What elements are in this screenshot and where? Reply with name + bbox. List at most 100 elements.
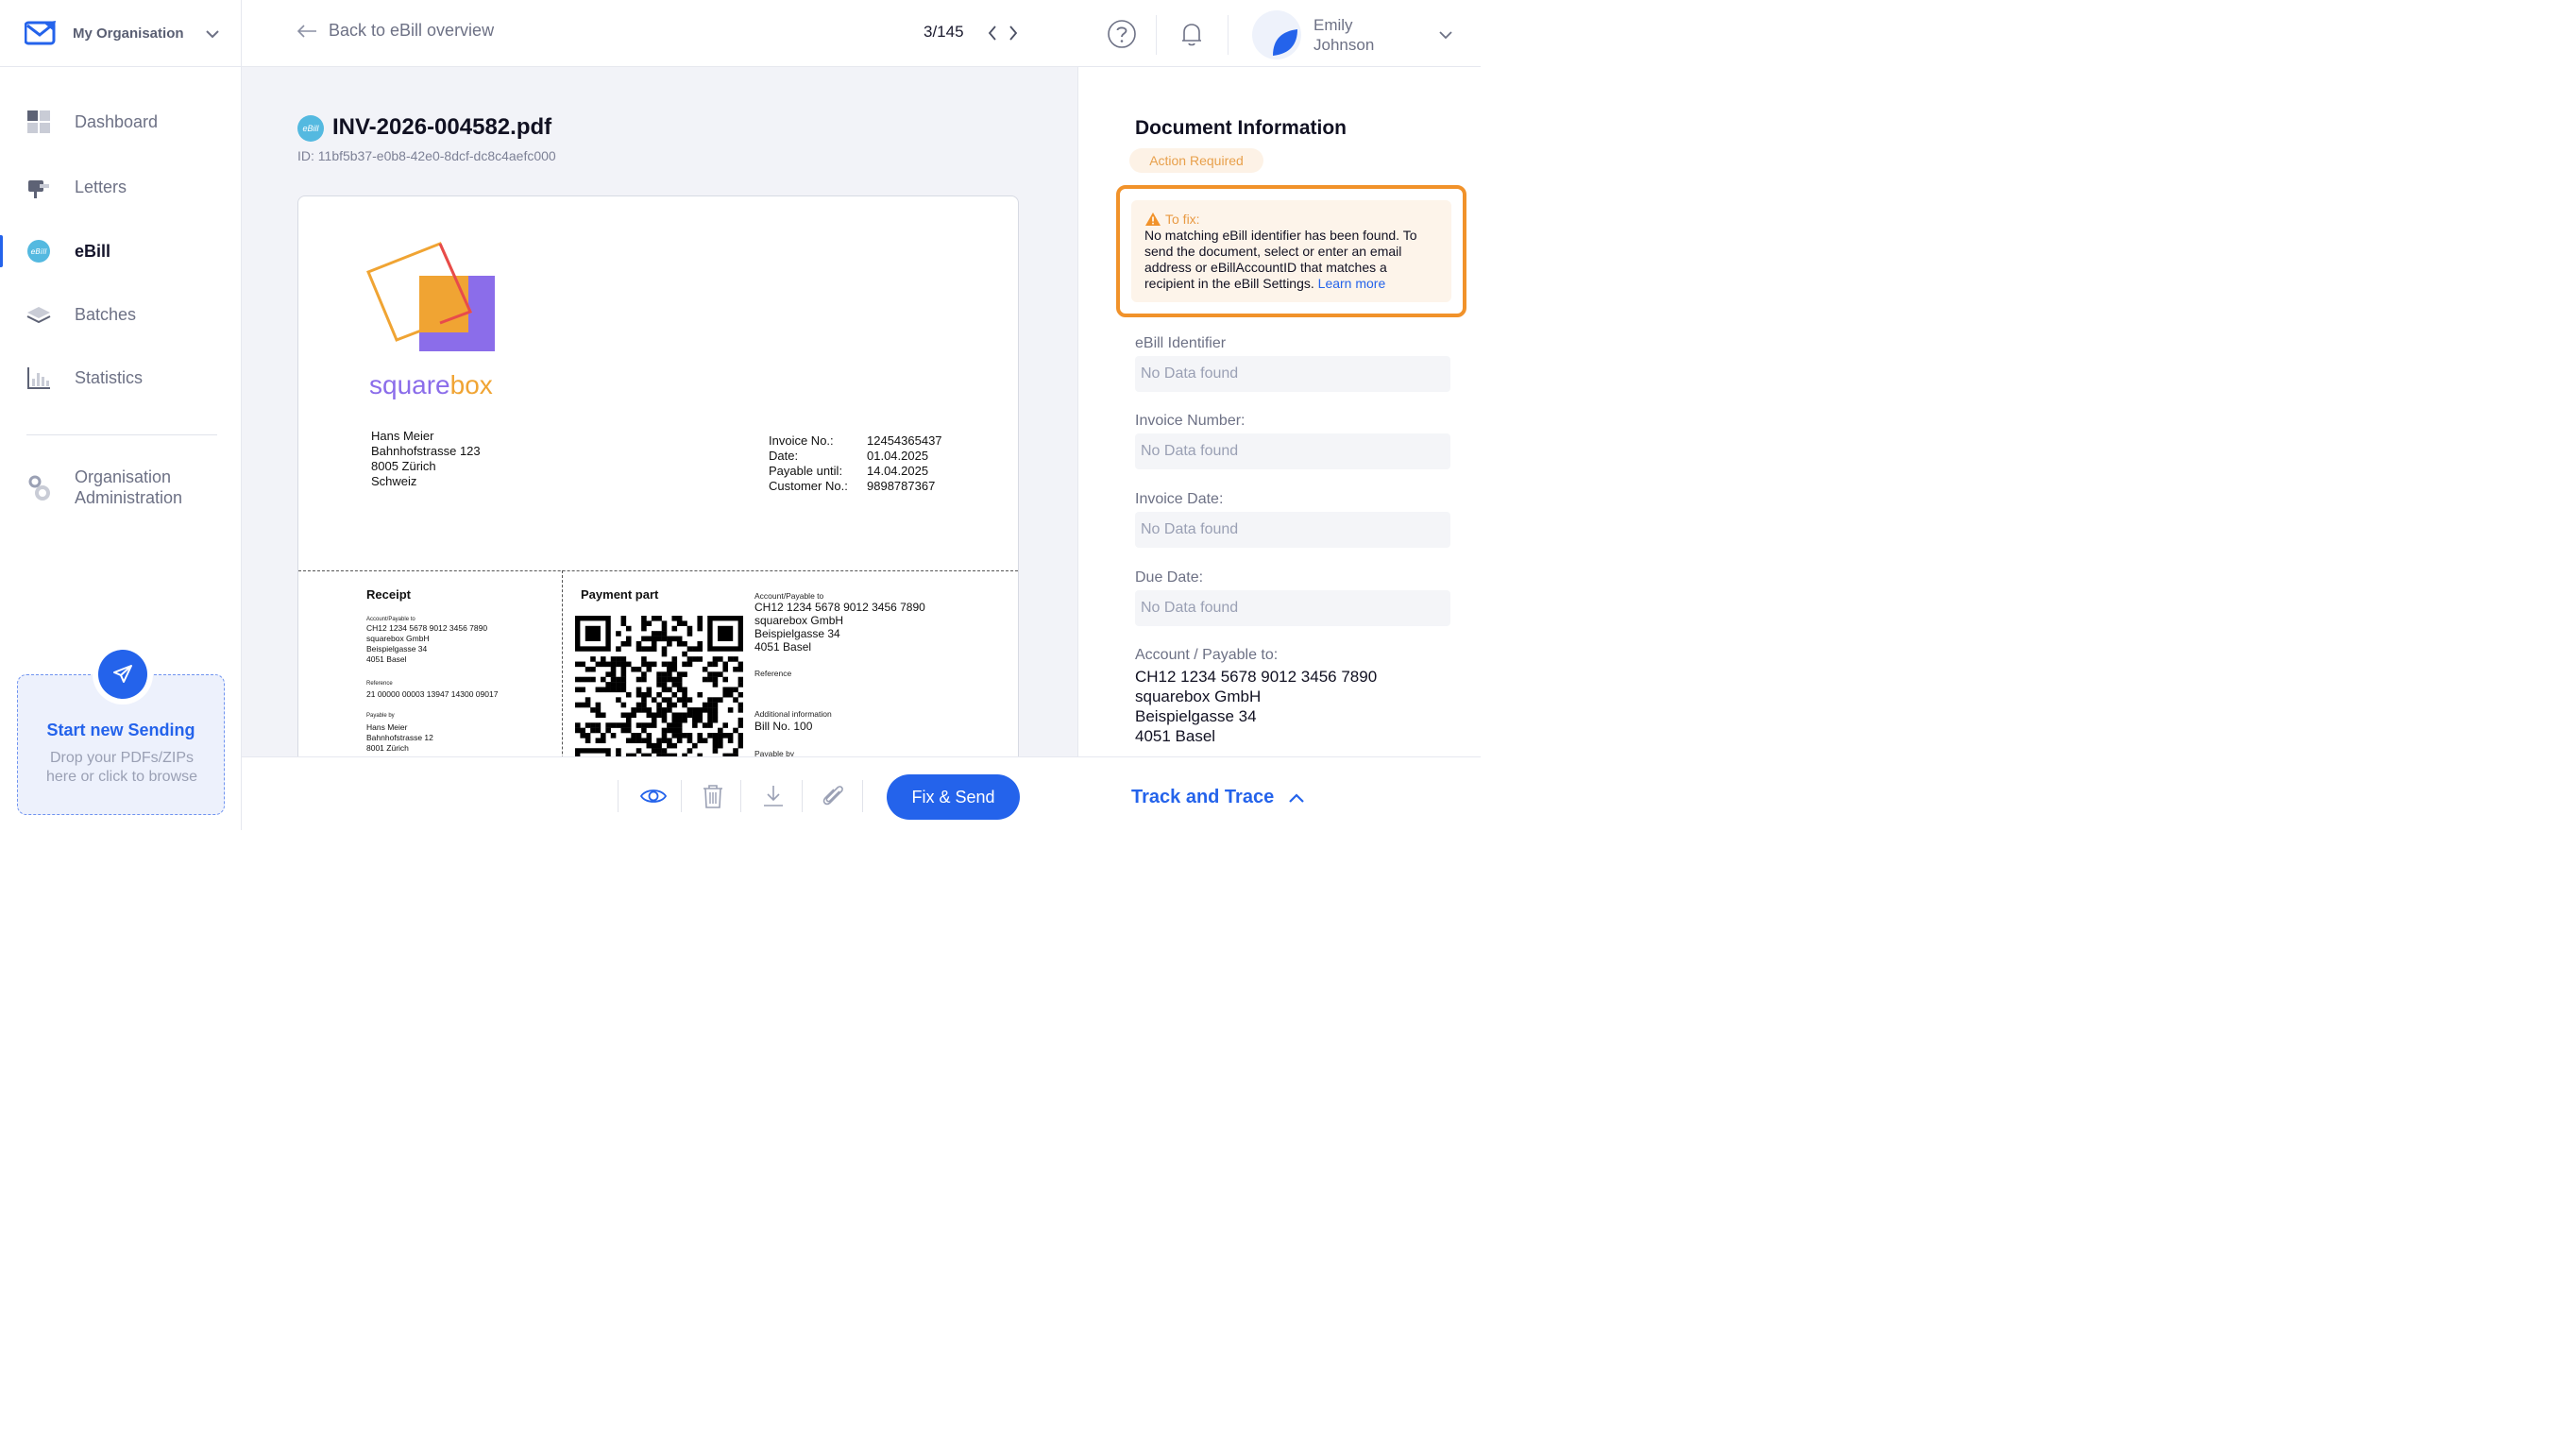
invoice-date-field[interactable]: No Data found	[1135, 512, 1450, 548]
chevron-up-icon	[1289, 792, 1304, 803]
admin-line-1: Organisation	[75, 467, 172, 486]
account-line: squarebox GmbH	[1135, 688, 1262, 705]
divider	[740, 780, 741, 812]
receipt-reference-label: Reference	[366, 681, 393, 687]
back-link[interactable]: Back to eBill overview	[297, 21, 494, 41]
document-title: INV-2026-004582.pdf	[332, 114, 552, 140]
org-switcher[interactable]: My Organisation	[0, 0, 242, 67]
payment-account-line: Beispielgasse 34	[754, 627, 840, 640]
recipient-line: Bahnhofstrasse 123	[371, 444, 481, 458]
bell-icon[interactable]	[1177, 19, 1207, 49]
trash-icon[interactable]	[699, 782, 727, 810]
additional-info-label: Additional information	[754, 709, 832, 719]
sidebar-item-label: Organisation Administration	[75, 467, 182, 508]
sidebar-item-label: Dashboard	[75, 111, 159, 131]
dashboard-icon	[26, 110, 51, 134]
recipient-line: Schweiz	[371, 474, 417, 488]
avatar-leaf-icon	[1273, 29, 1297, 56]
learn-more-link[interactable]: Learn more	[1318, 276, 1386, 291]
avatar[interactable]	[1252, 10, 1301, 59]
payment-account-line: squarebox GmbH	[754, 614, 844, 627]
send-subtitle-line-1: Drop your PDFs/ZIPs	[49, 750, 195, 766]
download-icon[interactable]	[759, 782, 788, 810]
perforation-line	[298, 570, 1018, 571]
payment-part-heading: Payment part	[581, 587, 659, 602]
chevron-down-icon[interactable]	[204, 25, 221, 42]
action-toolbar: Fix & Send Track and Trace	[242, 756, 1481, 830]
sidebar-item-ebill[interactable]: eBill eBill	[0, 228, 242, 275]
divider	[862, 780, 863, 812]
mailbox-icon	[26, 175, 51, 199]
account-label: Account / Payable to:	[1135, 647, 1279, 663]
payment-reference-label: Reference	[754, 669, 792, 678]
document-id: ID: 11bf5b37-e0b8-42e0-8dcf-dc8c4aefc000	[297, 148, 556, 163]
divider	[1156, 15, 1157, 55]
receipt-account-line: Beispielgasse 34	[366, 644, 428, 654]
meta-key: Invoice No.:	[769, 433, 834, 448]
sidebar-item-batches[interactable]: Batches	[0, 291, 242, 338]
chevron-down-icon[interactable]	[1437, 26, 1454, 43]
chevron-left-icon[interactable]	[986, 24, 999, 42]
meta-value: 9898787367	[867, 479, 936, 493]
bar-chart-icon	[26, 365, 51, 390]
payment-account-line: CH12 1234 5678 9012 3456 7890	[754, 601, 925, 614]
divider	[681, 780, 682, 812]
receipt-heading: Receipt	[366, 587, 411, 602]
sidebar-item-label: Statistics	[75, 367, 144, 387]
page-counter: 3/145	[924, 23, 964, 41]
user-name[interactable]: Emily Johnson	[1313, 15, 1374, 55]
track-and-trace-toggle[interactable]: Track and Trace	[1131, 787, 1306, 808]
help-icon[interactable]	[1107, 19, 1137, 49]
sidebar-item-organisation-admin[interactable]: Organisation Administration	[0, 463, 242, 512]
start-sending-button[interactable]	[98, 650, 147, 699]
meta-value: 14.04.2025	[867, 464, 929, 478]
ebill-icon: eBill	[26, 239, 51, 263]
recipient-line: Hans Meier	[371, 429, 434, 443]
warning-icon	[1145, 212, 1161, 226]
invoice-meta-keys: Invoice No.: Date: Payable until: Custom…	[769, 433, 848, 494]
account-line: Beispielgasse 34	[1135, 707, 1257, 725]
payment-payable-by-label: Payable by	[754, 749, 795, 756]
receipt-payable-by-label: Payable by	[366, 713, 395, 719]
sidebar-item-label: Letters	[75, 177, 127, 196]
perforation-line-vertical	[562, 570, 563, 756]
paperclip-icon[interactable]	[819, 782, 847, 810]
meta-key: Customer No.:	[769, 479, 848, 493]
payment-account-label: Account/Payable to	[754, 591, 824, 601]
divider	[802, 780, 803, 812]
sidebar-item-letters[interactable]: Letters	[0, 163, 242, 211]
send-title: Start new Sending	[46, 721, 195, 739]
fix-notice-title: To fix:	[1165, 212, 1200, 227]
invoice-page[interactable]: squarebox Hans Meier Bahnhofstrasse 123 …	[297, 195, 1019, 756]
divider	[1228, 15, 1229, 55]
ebill-identifier-field[interactable]: No Data found	[1135, 356, 1450, 392]
user-last-name: Johnson	[1313, 36, 1375, 54]
due-date-field[interactable]: No Data found	[1135, 590, 1450, 626]
eye-icon[interactable]	[639, 782, 668, 810]
panel-title: Document Information	[1135, 117, 1347, 139]
sidebar-item-dashboard[interactable]: Dashboard	[0, 98, 242, 145]
fix-and-send-button[interactable]: Fix & Send	[887, 774, 1020, 820]
receipt-payable-by: Hans Meier Bahnhofstrasse 12 8001 Zürich	[366, 722, 433, 754]
qr-code-icon	[575, 616, 743, 756]
invoice-number-label: Invoice Number:	[1135, 413, 1246, 429]
invoice-number-field[interactable]: No Data found	[1135, 433, 1450, 469]
brand-name: squarebox	[369, 370, 493, 400]
squarebox-logo-icon	[366, 242, 495, 351]
account-line: CH12 1234 5678 9012 3456 7890	[1135, 668, 1378, 686]
user-first-name: Emily	[1313, 16, 1353, 34]
account-value: CH12 1234 5678 9012 3456 7890 squarebox …	[1135, 667, 1377, 746]
sidebar-item-label: Batches	[75, 304, 137, 324]
invoice-date-label: Invoice Date:	[1135, 491, 1224, 507]
gears-icon	[26, 475, 51, 501]
payment-account-line: 4051 Basel	[754, 640, 812, 654]
sidebar-item-statistics[interactable]: Statistics	[0, 354, 242, 401]
receipt-payer-line: Hans Meier	[366, 722, 408, 732]
receipt-account-line: CH12 1234 5678 9012 3456 7890	[366, 623, 488, 633]
chevron-right-icon[interactable]	[1007, 24, 1020, 42]
arrow-left-icon	[297, 24, 316, 38]
fix-notice-body: To fix: No matching eBill identifier has…	[1131, 200, 1451, 302]
receipt-account-label: Account/Payable to	[366, 617, 415, 622]
meta-key: Date:	[769, 449, 799, 463]
org-name: My Organisation	[73, 25, 184, 42]
